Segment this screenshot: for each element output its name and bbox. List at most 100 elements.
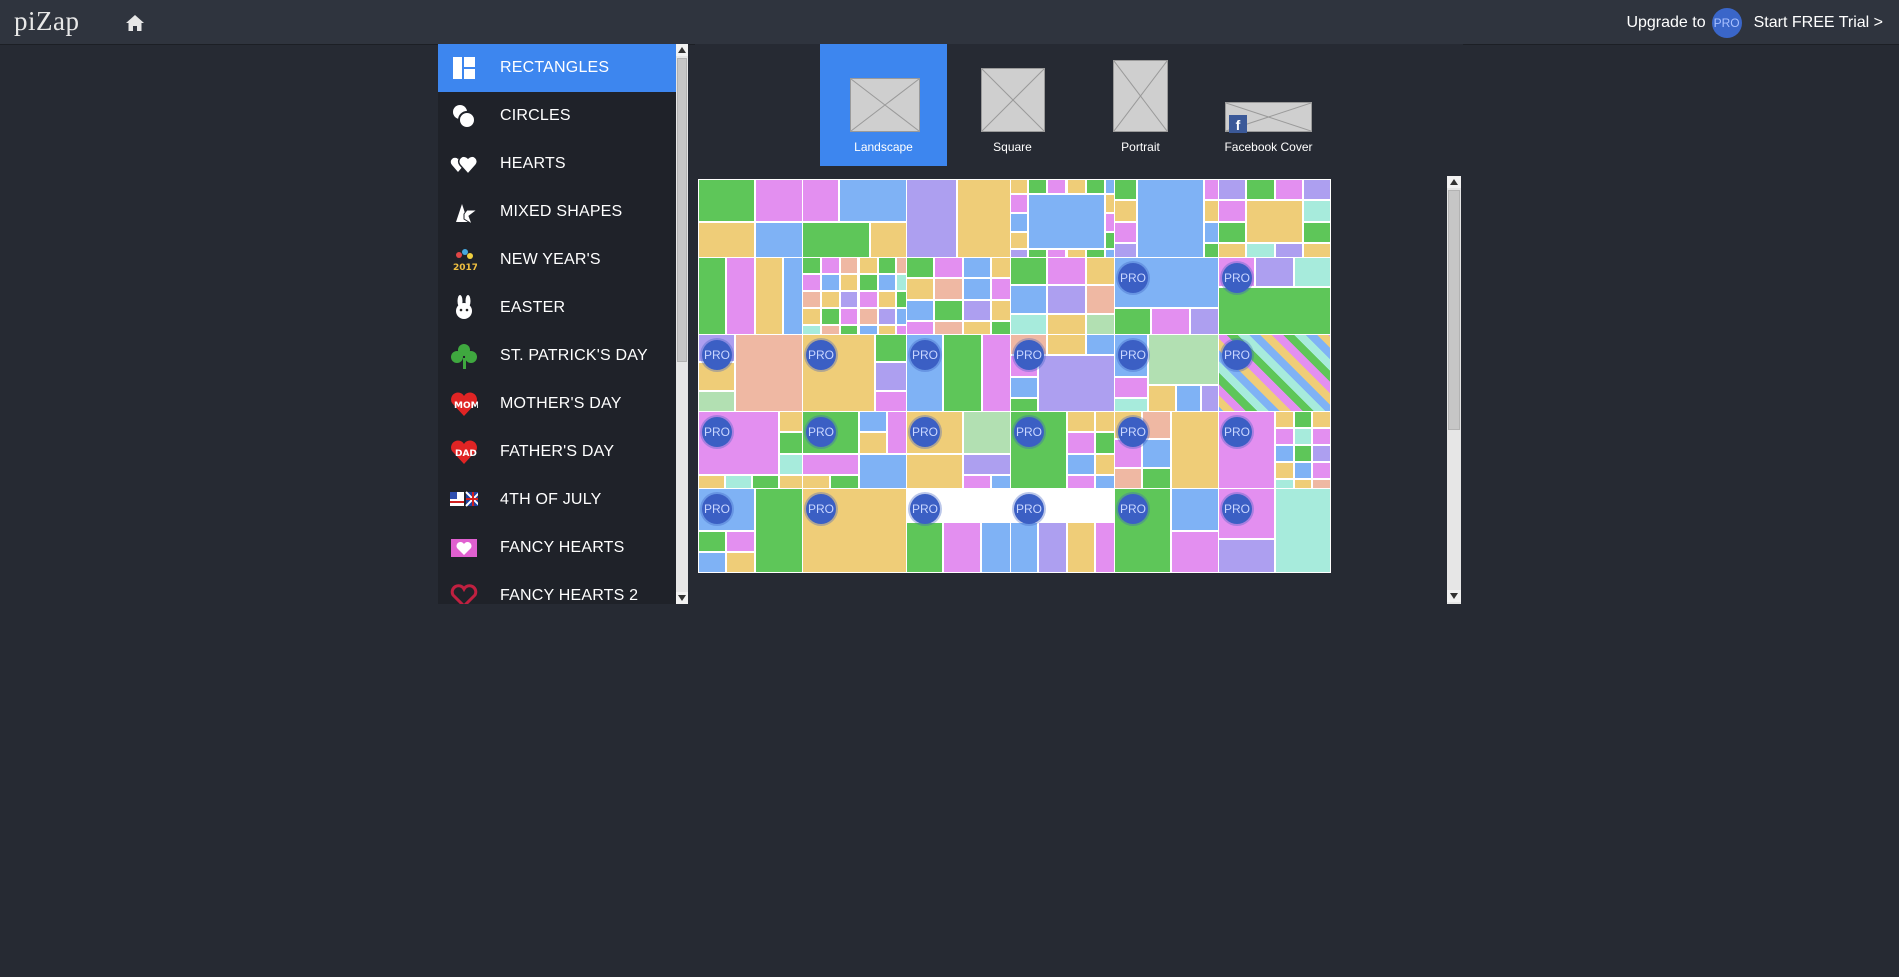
layout-cell xyxy=(1311,428,1331,445)
layout-cell xyxy=(858,274,878,291)
collage-layout-thumbnail[interactable]: PRO xyxy=(802,488,915,573)
pro-badge-icon: PRO xyxy=(1118,263,1148,293)
grid-scroll-down-icon[interactable] xyxy=(1447,590,1461,602)
pro-badge-icon: PRO xyxy=(806,417,836,447)
collage-layout-thumbnail[interactable]: PRO xyxy=(1218,411,1331,496)
collage-layout-thumbnail[interactable]: PRO xyxy=(698,411,811,496)
grid-scroll-up-icon[interactable] xyxy=(1447,176,1461,188)
collage-layout-thumbnail[interactable] xyxy=(906,257,1019,342)
category-label: MIXED SHAPES xyxy=(500,203,623,220)
layout-cell xyxy=(802,308,822,325)
layout-cell xyxy=(934,299,963,321)
layout-cell xyxy=(1293,462,1312,479)
layout-cell xyxy=(1114,200,1137,222)
collage-layout-thumbnail[interactable] xyxy=(1010,257,1123,342)
layout-cell xyxy=(735,334,811,419)
layout-cell xyxy=(877,308,896,325)
category-label: ST. PATRICK'S DAY xyxy=(500,347,648,364)
collage-layout-thumbnail[interactable]: PRO xyxy=(1114,488,1227,573)
category-item-mixed-shapes[interactable]: MIXED SHAPES xyxy=(438,188,676,236)
layout-scroll-thumb[interactable] xyxy=(1448,190,1460,430)
collage-layout-thumbnail[interactable]: PRO xyxy=(1114,257,1227,342)
pro-badge-icon: PRO xyxy=(1014,417,1044,447)
pro-badge-icon: PRO xyxy=(1118,340,1148,370)
collage-layout-thumbnail[interactable] xyxy=(1010,179,1123,264)
layout-cell xyxy=(698,551,727,573)
category-scrollbar[interactable] xyxy=(676,44,688,604)
tab-landscape[interactable]: Landscape xyxy=(820,44,947,166)
collage-layout-thumbnail[interactable] xyxy=(802,257,915,342)
layout-cell xyxy=(934,257,963,279)
collage-layout-thumbnail[interactable] xyxy=(1218,179,1331,264)
category-item-easter[interactable]: EASTER xyxy=(438,284,676,332)
tab-facebook-cover[interactable]: f Facebook Cover xyxy=(1205,44,1332,166)
layout-cell xyxy=(858,308,878,325)
layout-cell xyxy=(698,257,727,342)
collage-layout-thumbnail[interactable] xyxy=(698,257,811,342)
pro-badge-icon: PRO xyxy=(1711,8,1742,38)
category-scroll-thumb[interactable] xyxy=(677,58,687,362)
layout-cell xyxy=(1010,194,1029,213)
collage-layout-thumbnail[interactable]: PRO xyxy=(1218,334,1331,419)
category-item-rectangles[interactable]: RECTANGLES xyxy=(438,44,676,92)
upgrade-to-pro-link[interactable]: Upgrade to PRO Start FREE Trial > xyxy=(1626,8,1883,38)
tab-portrait[interactable]: Portrait xyxy=(1077,44,1204,166)
collage-layout-thumbnail[interactable]: PRO xyxy=(1010,334,1123,419)
category-item-father-s-day[interactable]: DAD FATHER'S DAY xyxy=(438,428,676,476)
collage-layout-thumbnail[interactable]: PRO xyxy=(698,488,811,573)
category-item-st-patrick-s-day[interactable]: ST. PATRICK'S DAY xyxy=(438,332,676,380)
layout-cell xyxy=(1047,285,1086,314)
layout-cell xyxy=(726,530,755,552)
category-item-new-year-s[interactable]: 2017 NEW YEAR'S xyxy=(438,236,676,284)
category-item-4th-of-july[interactable]: 4TH OF JULY xyxy=(438,476,676,524)
category-item-fancy-hearts[interactable]: FANCY HEARTS xyxy=(438,524,676,572)
collage-layout-thumbnail[interactable]: PRO xyxy=(802,411,915,496)
collage-layout-thumbnail[interactable]: PRO xyxy=(1218,488,1331,573)
category-item-fancy-hearts-2[interactable]: FANCY HEARTS 2 xyxy=(438,572,676,604)
layout-cell xyxy=(962,299,991,321)
tab-portrait-label: Portrait xyxy=(1121,140,1160,154)
category-item-hearts[interactable]: HEARTS xyxy=(438,140,676,188)
layout-cell xyxy=(821,308,841,325)
layout-cell xyxy=(1066,522,1095,573)
collage-layout-thumbnail[interactable] xyxy=(698,179,811,264)
layout-scrollbar[interactable] xyxy=(1447,176,1461,604)
category-item-mother-s-day[interactable]: MOM MOTHER'S DAY xyxy=(438,380,676,428)
collage-layout-thumbnail[interactable]: PRO xyxy=(802,334,915,419)
collage-layout-thumbnail[interactable]: PRO xyxy=(906,411,1019,496)
layout-cell xyxy=(1218,539,1275,573)
tab-facebook-cover-label: Facebook Cover xyxy=(1224,140,1313,154)
layout-cell xyxy=(726,551,755,573)
collage-layout-thumbnail[interactable] xyxy=(1114,179,1227,264)
layout-cell xyxy=(858,291,878,308)
tab-square[interactable]: Square xyxy=(949,44,1076,166)
layout-cell xyxy=(1047,257,1086,286)
layout-cell xyxy=(1010,522,1039,573)
category-item-circles[interactable]: CIRCLES xyxy=(438,92,676,140)
collage-layout-thumbnail[interactable]: PRO xyxy=(698,334,811,419)
layout-cell xyxy=(962,257,991,279)
pro-badge-icon: PRO xyxy=(1222,494,1252,524)
pro-badge-icon: PRO xyxy=(1222,340,1252,370)
collage-layout-thumbnail[interactable]: PRO xyxy=(906,334,1019,419)
collage-layout-thumbnail[interactable]: PRO xyxy=(906,488,1019,573)
collage-layout-thumbnail[interactable]: PRO xyxy=(1010,411,1123,496)
collage-layout-thumbnail[interactable] xyxy=(906,179,1019,264)
layout-cell xyxy=(1066,179,1086,195)
category-label: RECTANGLES xyxy=(500,59,610,76)
collage-layout-thumbnail[interactable]: PRO xyxy=(1114,334,1227,419)
layout-cell xyxy=(840,274,859,291)
collage-layout-thumbnail[interactable]: PRO xyxy=(1114,411,1227,496)
pro-badge-icon: PRO xyxy=(1118,417,1148,447)
collage-layout-thumbnail[interactable] xyxy=(802,179,915,264)
collage-layout-thumbnail[interactable]: PRO xyxy=(1010,488,1123,573)
scroll-down-icon[interactable] xyxy=(676,592,688,604)
pizap-logo[interactable]: piZap xyxy=(14,6,79,37)
collage-layout-thumbnail[interactable]: PRO xyxy=(1218,257,1331,342)
layout-cell xyxy=(840,291,859,308)
layout-cell xyxy=(1293,428,1312,445)
layout-cell xyxy=(1293,257,1331,287)
scroll-up-icon[interactable] xyxy=(676,44,688,56)
layout-cell xyxy=(821,257,841,274)
home-icon[interactable] xyxy=(124,12,146,34)
